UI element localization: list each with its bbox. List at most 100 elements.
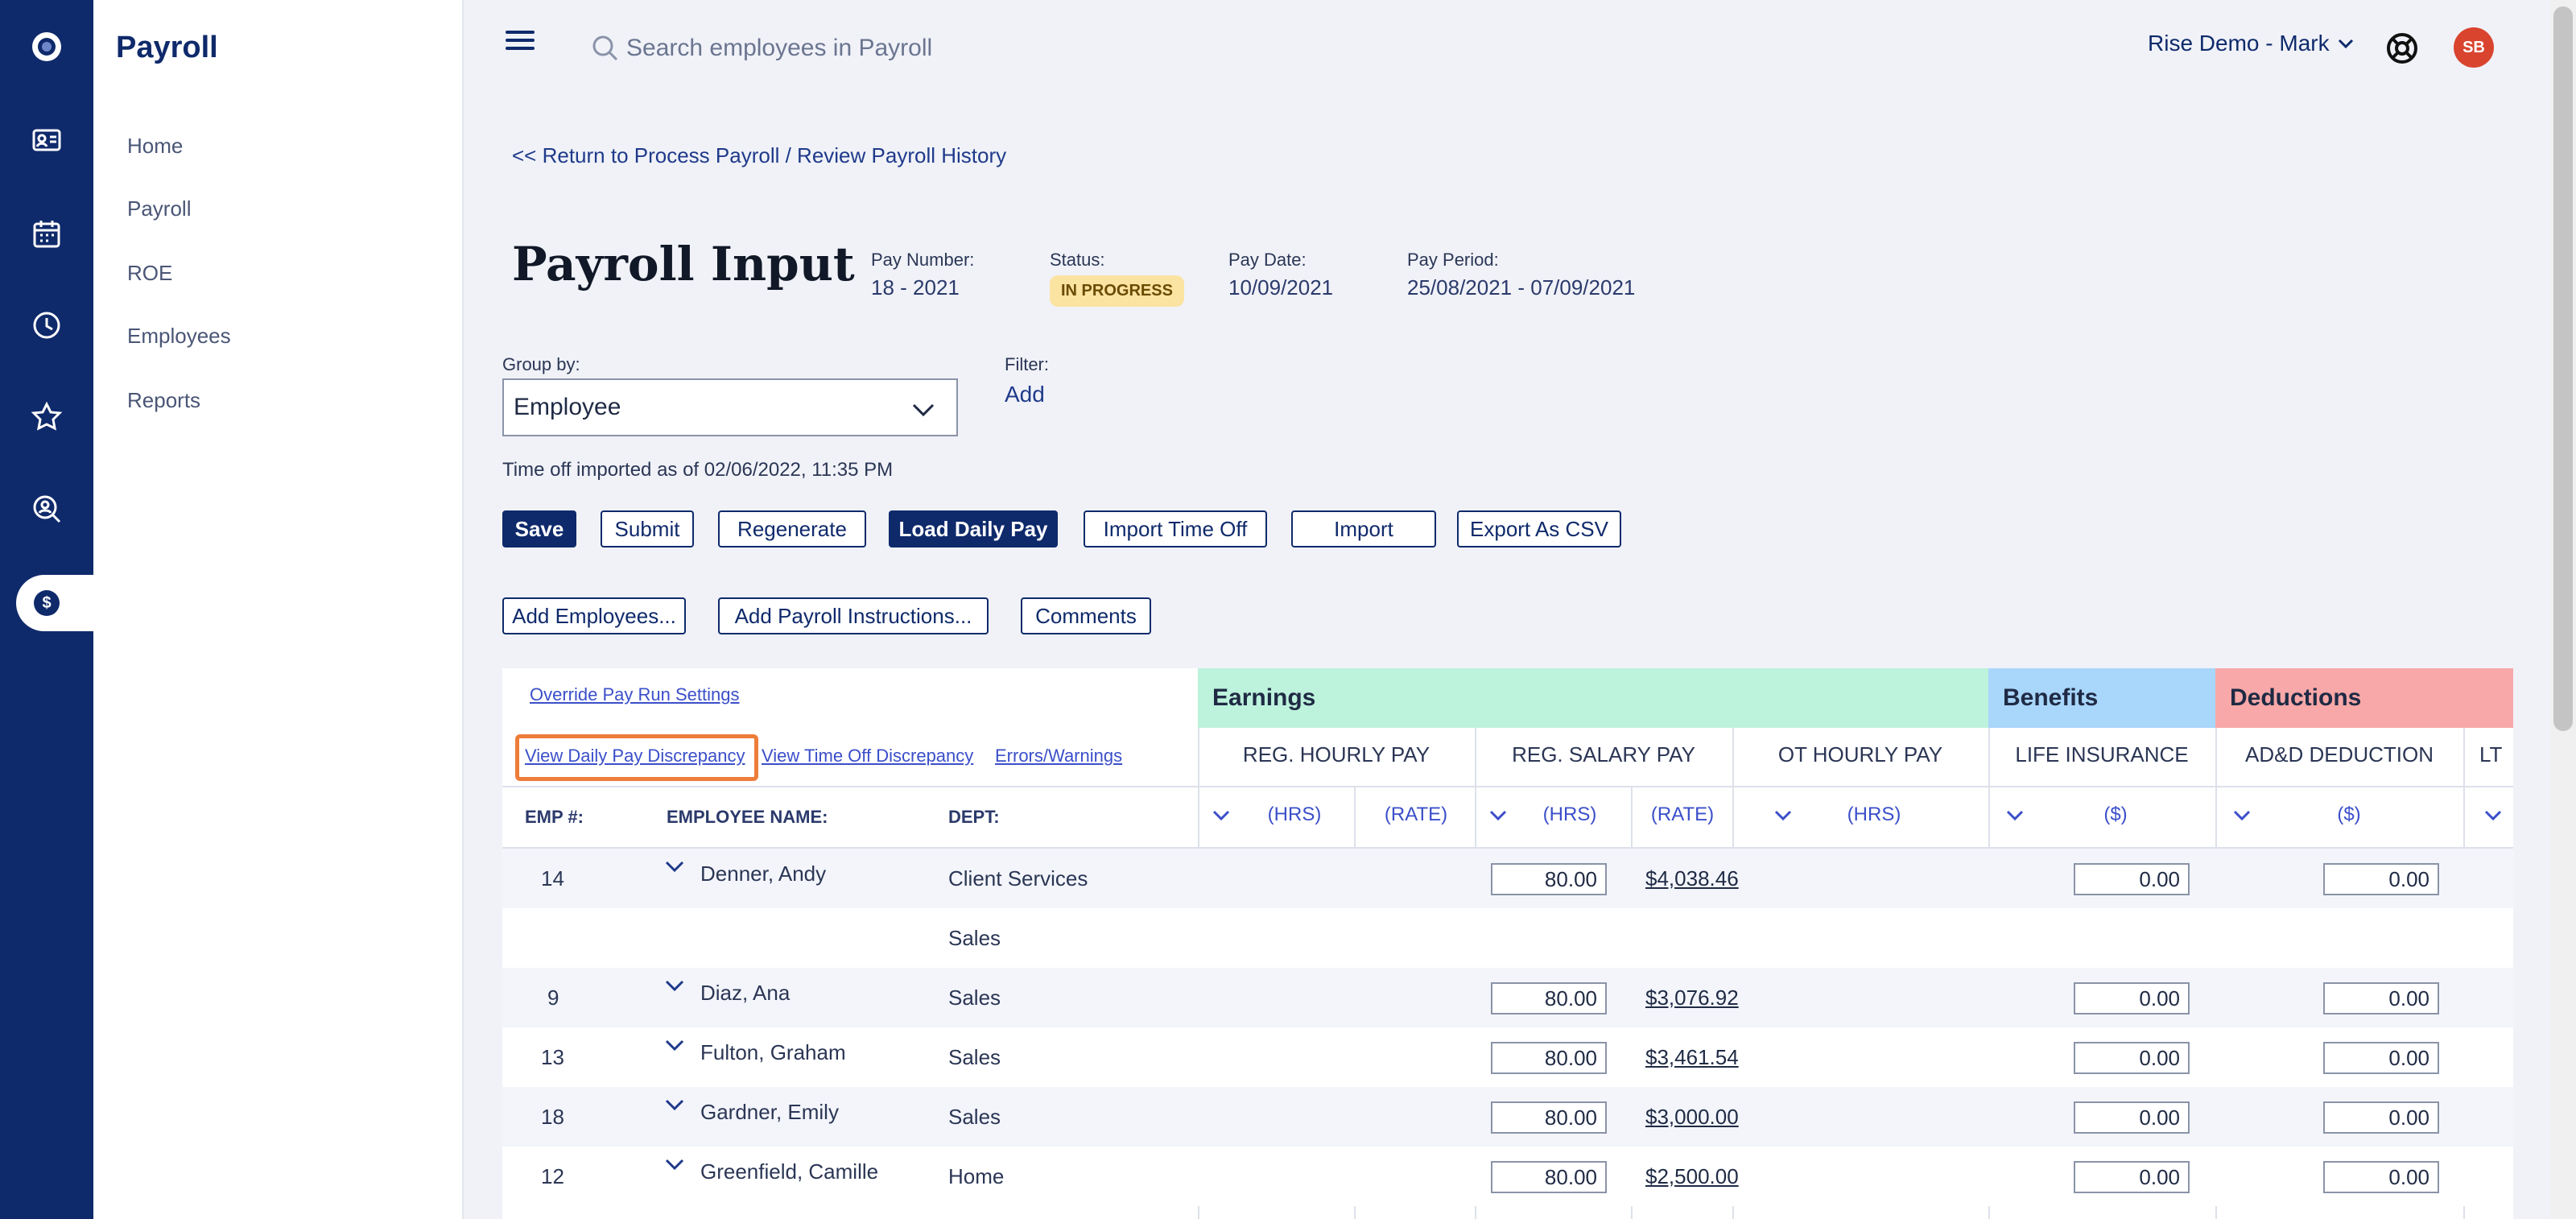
submit-button[interactable]: Submit	[601, 510, 694, 548]
reg-salary-hours-input[interactable]	[1491, 1161, 1607, 1193]
life-insurance-input[interactable]	[2074, 982, 2190, 1014]
add-payroll-instructions-button[interactable]: Add Payroll Instructions...	[718, 597, 989, 634]
table-row	[1198, 968, 2513, 1027]
chevron-down-icon[interactable]	[665, 1158, 684, 1171]
help-lifebuoy-icon[interactable]	[2384, 31, 2420, 66]
reg-salary-rate-link[interactable]: $3,000.00	[1645, 1105, 1739, 1130]
reg-salary-hours-input[interactable]	[1491, 982, 1607, 1014]
reg-salary-hours-input[interactable]	[1491, 863, 1607, 895]
regenerate-button[interactable]: Regenerate	[718, 510, 866, 548]
add-deduction-input[interactable]	[2323, 1161, 2439, 1193]
import-button[interactable]: Import	[1291, 510, 1436, 548]
pay-date-value: 10/09/2021	[1228, 275, 1334, 300]
chevron-down-icon[interactable]	[665, 860, 684, 873]
chevron-down-icon	[2338, 39, 2353, 49]
nav-item-payroll[interactable]: Payroll	[127, 196, 191, 221]
search-icon	[592, 35, 618, 61]
life-insurance-input[interactable]	[2074, 1042, 2190, 1074]
add-deduction-header: AD&D DEDUCTION	[2244, 742, 2434, 767]
table-row	[1198, 849, 2513, 908]
override-pay-run-link[interactable]: Override Pay Run Settings	[530, 684, 739, 705]
life-insurance-input[interactable]	[2074, 1161, 2190, 1193]
menu-icon[interactable]	[506, 31, 535, 53]
filter-add-link[interactable]: Add	[1005, 382, 1045, 407]
reg-salary-rate-link[interactable]: $4,038.46	[1645, 866, 1739, 891]
status-badge: IN PROGRESS	[1050, 275, 1184, 307]
employee-dept: Sales	[948, 1045, 1001, 1069]
life-insurance-input[interactable]	[2074, 1101, 2190, 1134]
table-row: 18 Gardner, Emily Sales	[502, 1087, 1198, 1147]
life-insurance-unit: ($)	[2103, 804, 2128, 825]
avatar[interactable]: SB	[2454, 27, 2494, 68]
chevron-down-icon[interactable]	[665, 1039, 684, 1052]
reg-salary-rate-link[interactable]: $2,500.00	[1645, 1164, 1739, 1189]
life-insurance-input[interactable]	[2074, 863, 2190, 895]
table-row: 12 Greenfield, Camille Home	[502, 1147, 1198, 1206]
group-by-select[interactable]: Employee	[502, 378, 958, 436]
reg-hourly-hrs-unit: (HRS)	[1267, 804, 1322, 825]
dollar-icon[interactable]: $	[34, 590, 60, 616]
comments-button[interactable]: Comments	[1021, 597, 1151, 634]
pay-period-block: Pay Period: 25/08/2021 - 07/09/2021	[1407, 250, 1635, 300]
reg-salary-hours-input[interactable]	[1491, 1101, 1607, 1134]
reg-salary-hours-input[interactable]	[1491, 1042, 1607, 1074]
errors-warnings-link[interactable]: Errors/Warnings	[995, 746, 1122, 767]
reg-salary-rate-link[interactable]: $3,461.54	[1645, 1045, 1739, 1070]
export-csv-button[interactable]: Export As CSV	[1457, 510, 1621, 548]
logo-icon[interactable]	[24, 24, 69, 69]
add-deduction-input[interactable]	[2323, 863, 2439, 895]
nav-item-roe[interactable]: ROE	[127, 261, 172, 286]
chevron-down-icon[interactable]	[665, 979, 684, 992]
chevron-down-icon[interactable]	[1489, 810, 1507, 821]
timeoff-import-status: Time off imported as of 02/06/2022, 11:3…	[502, 459, 894, 481]
reg-hourly-rate-unit: (RATE)	[1384, 804, 1448, 825]
save-button[interactable]: Save	[502, 510, 576, 548]
employee-name: Greenfield, Camille	[700, 1159, 879, 1184]
chevron-down-icon[interactable]	[2006, 810, 2024, 821]
chevron-down-icon[interactable]	[1774, 810, 1792, 821]
search-input[interactable]	[626, 35, 1109, 62]
account-menu[interactable]: Rise Demo - Mark	[2148, 31, 2355, 56]
calendar-icon[interactable]	[24, 211, 69, 256]
add-deduction-unit: ($)	[2337, 804, 2361, 825]
chevron-down-icon[interactable]	[665, 1098, 684, 1111]
col-header-employee-name[interactable]: EMPLOYEE NAME:	[667, 807, 828, 828]
employee-dept: Sales	[948, 926, 1001, 950]
pay-number-block: Pay Number: 18 - 2021	[871, 250, 974, 300]
nav-item-reports[interactable]: Reports	[127, 388, 200, 413]
chevron-down-icon	[912, 403, 935, 417]
page-scrollbar-thumb[interactable]	[2553, 6, 2573, 731]
time-off-discrepancy-link[interactable]: View Time Off Discrepancy	[762, 746, 973, 767]
back-link[interactable]: << Return to Process Payroll / Review Pa…	[512, 143, 1006, 168]
lt-header: LT	[2479, 742, 2503, 767]
star-icon[interactable]	[24, 395, 69, 440]
reg-salary-hrs-unit: (HRS)	[1542, 804, 1597, 825]
person-search-icon[interactable]	[24, 486, 69, 531]
chevron-down-icon[interactable]	[2233, 810, 2251, 821]
pay-period-value: 25/08/2021 - 07/09/2021	[1407, 275, 1636, 300]
reg-salary-rate-link[interactable]: $3,076.92	[1645, 986, 1739, 1010]
reg-salary-header: REG. SALARY PAY	[1512, 742, 1695, 767]
import-time-off-button[interactable]: Import Time Off	[1084, 510, 1267, 548]
load-daily-pay-button[interactable]: Load Daily Pay	[889, 510, 1058, 548]
chevron-down-icon[interactable]	[1212, 810, 1230, 821]
app-rail: $	[0, 0, 93, 1219]
add-deduction-input[interactable]	[2323, 1042, 2439, 1074]
account-label: Rise Demo - Mark	[2148, 31, 2330, 56]
employee-name: Gardner, Emily	[700, 1100, 839, 1124]
emp-number: 12	[541, 1164, 564, 1188]
page-title: Payroll Input	[512, 237, 855, 291]
employee-name: Diaz, Ana	[700, 981, 791, 1005]
add-deduction-input[interactable]	[2323, 982, 2439, 1014]
add-employees-button[interactable]: Add Employees...	[502, 597, 686, 634]
clock-icon[interactable]	[24, 303, 69, 348]
chevron-down-icon[interactable]	[2484, 810, 2502, 821]
add-deduction-input[interactable]	[2323, 1101, 2439, 1134]
id-card-icon[interactable]	[24, 118, 69, 163]
daily-pay-discrepancy-highlight	[515, 734, 758, 781]
col-header-emp-no[interactable]: EMP #:	[525, 807, 584, 828]
nav-item-home[interactable]: Home	[127, 134, 183, 159]
status-label: Status:	[1050, 250, 1105, 270]
col-header-dept[interactable]: DEPT:	[948, 807, 1000, 828]
nav-item-employees[interactable]: Employees	[127, 324, 231, 349]
